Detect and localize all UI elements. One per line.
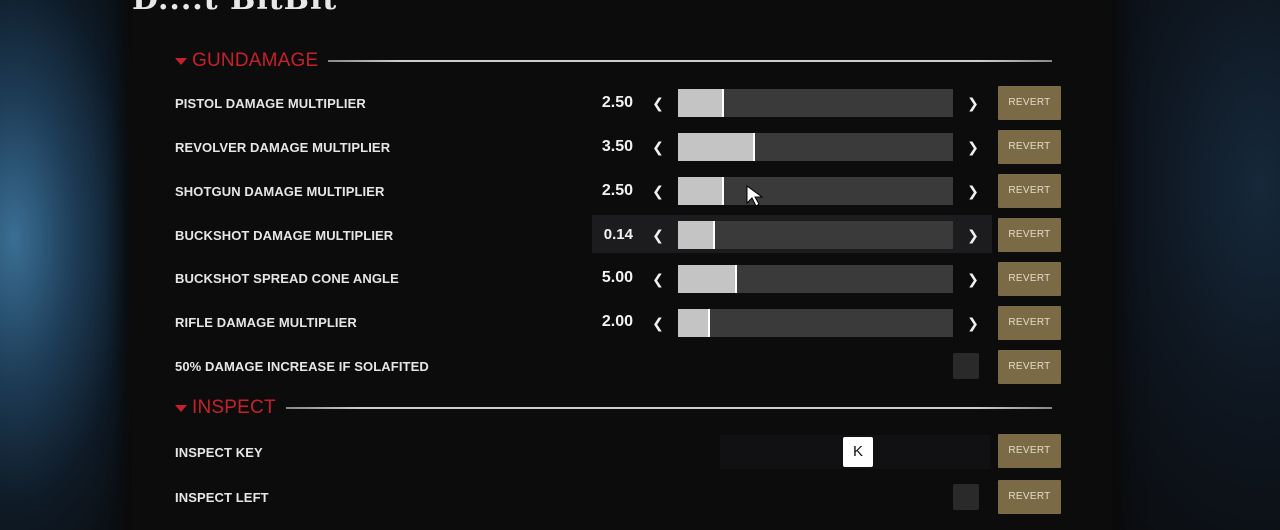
revolver-damage-slider[interactable] bbox=[678, 133, 953, 161]
setting-value: 2.50 bbox=[601, 182, 633, 199]
section-divider bbox=[328, 60, 1052, 62]
revert-button[interactable]: REVERT bbox=[998, 86, 1061, 120]
chevron-right-icon[interactable]: ❯ bbox=[966, 228, 980, 242]
keybind-badge[interactable]: K bbox=[843, 437, 873, 467]
setting-value: 2.50 bbox=[601, 94, 633, 111]
slider-handle[interactable] bbox=[722, 177, 724, 205]
chevron-left-icon[interactable]: ❮ bbox=[651, 228, 665, 242]
revert-button[interactable]: REVERT bbox=[998, 434, 1061, 468]
setting-label: INSPECT LEFT bbox=[175, 490, 269, 505]
setting-value: 3.50 bbox=[601, 138, 633, 155]
setting-label: RIFLE DAMAGE MULTIPLIER bbox=[175, 315, 357, 330]
slider-fill bbox=[678, 177, 722, 205]
slider-handle[interactable] bbox=[722, 89, 724, 117]
setting-label: BUCKSHOT SPREAD CONE ANGLE bbox=[175, 271, 399, 286]
slider-handle[interactable] bbox=[713, 221, 715, 249]
setting-label: PISTOL DAMAGE MULTIPLIER bbox=[175, 96, 366, 111]
section-title: INSPECT bbox=[192, 397, 276, 418]
chevron-right-icon[interactable]: ❯ bbox=[966, 96, 980, 110]
setting-value: 0.14 bbox=[603, 226, 633, 243]
chevron-left-icon[interactable]: ❮ bbox=[651, 316, 665, 330]
inspect-left-checkbox[interactable] bbox=[953, 484, 979, 510]
chevron-right-icon[interactable]: ❯ bbox=[966, 316, 980, 330]
section-header-gundamage[interactable]: GUNDAMAGE bbox=[175, 49, 318, 73]
mod-logo: D....t BitBit bbox=[132, 0, 337, 17]
slider-handle[interactable] bbox=[753, 133, 755, 161]
slider-fill bbox=[678, 309, 708, 337]
revert-button[interactable]: REVERT bbox=[998, 306, 1061, 340]
mouse-pointer-icon bbox=[746, 185, 764, 207]
revert-button[interactable]: REVERT bbox=[998, 480, 1061, 514]
chevron-left-icon[interactable]: ❮ bbox=[651, 272, 665, 286]
setting-label: REVOLVER DAMAGE MULTIPLIER bbox=[175, 140, 391, 155]
setting-value: 2.00 bbox=[601, 313, 633, 330]
revert-button[interactable]: REVERT bbox=[998, 350, 1061, 384]
slider-handle[interactable] bbox=[735, 265, 737, 293]
section-title: GUNDAMAGE bbox=[192, 50, 319, 71]
chevron-left-icon[interactable]: ❮ bbox=[651, 140, 665, 154]
slider-fill bbox=[678, 89, 722, 117]
background-left bbox=[0, 0, 140, 530]
setting-label: SHOTGUN DAMAGE MULTIPLIER bbox=[175, 184, 385, 199]
setting-value: 5.00 bbox=[601, 269, 633, 286]
triangle-down-icon bbox=[175, 404, 187, 412]
slider-fill bbox=[678, 133, 753, 161]
triangle-down-icon bbox=[175, 57, 187, 65]
chevron-left-icon[interactable]: ❮ bbox=[651, 184, 665, 198]
setting-label: INSPECT KEY bbox=[175, 445, 263, 460]
setting-label: BUCKSHOT DAMAGE MULTIPLIER bbox=[175, 228, 394, 243]
slider-fill bbox=[678, 265, 735, 293]
chevron-right-icon[interactable]: ❯ bbox=[966, 272, 980, 286]
revert-button[interactable]: REVERT bbox=[998, 218, 1061, 252]
chevron-right-icon[interactable]: ❯ bbox=[966, 140, 980, 154]
slider-handle[interactable] bbox=[708, 309, 710, 337]
section-header-inspect[interactable]: INSPECT bbox=[175, 396, 276, 420]
spread-cone-slider[interactable] bbox=[678, 265, 953, 293]
damage-increase-checkbox[interactable] bbox=[953, 353, 979, 379]
revert-button[interactable]: REVERT bbox=[998, 130, 1061, 164]
shotgun-damage-slider[interactable] bbox=[678, 177, 953, 205]
setting-label: 50% DAMAGE INCREASE IF SOLAFITED bbox=[175, 359, 429, 374]
section-divider bbox=[286, 407, 1052, 409]
rifle-damage-slider[interactable] bbox=[678, 309, 953, 337]
chevron-left-icon[interactable]: ❮ bbox=[651, 96, 665, 110]
pistol-damage-slider[interactable] bbox=[678, 89, 953, 117]
buckshot-damage-slider[interactable] bbox=[678, 221, 953, 249]
slider-fill bbox=[678, 221, 713, 249]
revert-button[interactable]: REVERT bbox=[998, 262, 1061, 296]
revert-button[interactable]: REVERT bbox=[998, 174, 1061, 208]
chevron-right-icon[interactable]: ❯ bbox=[966, 184, 980, 198]
